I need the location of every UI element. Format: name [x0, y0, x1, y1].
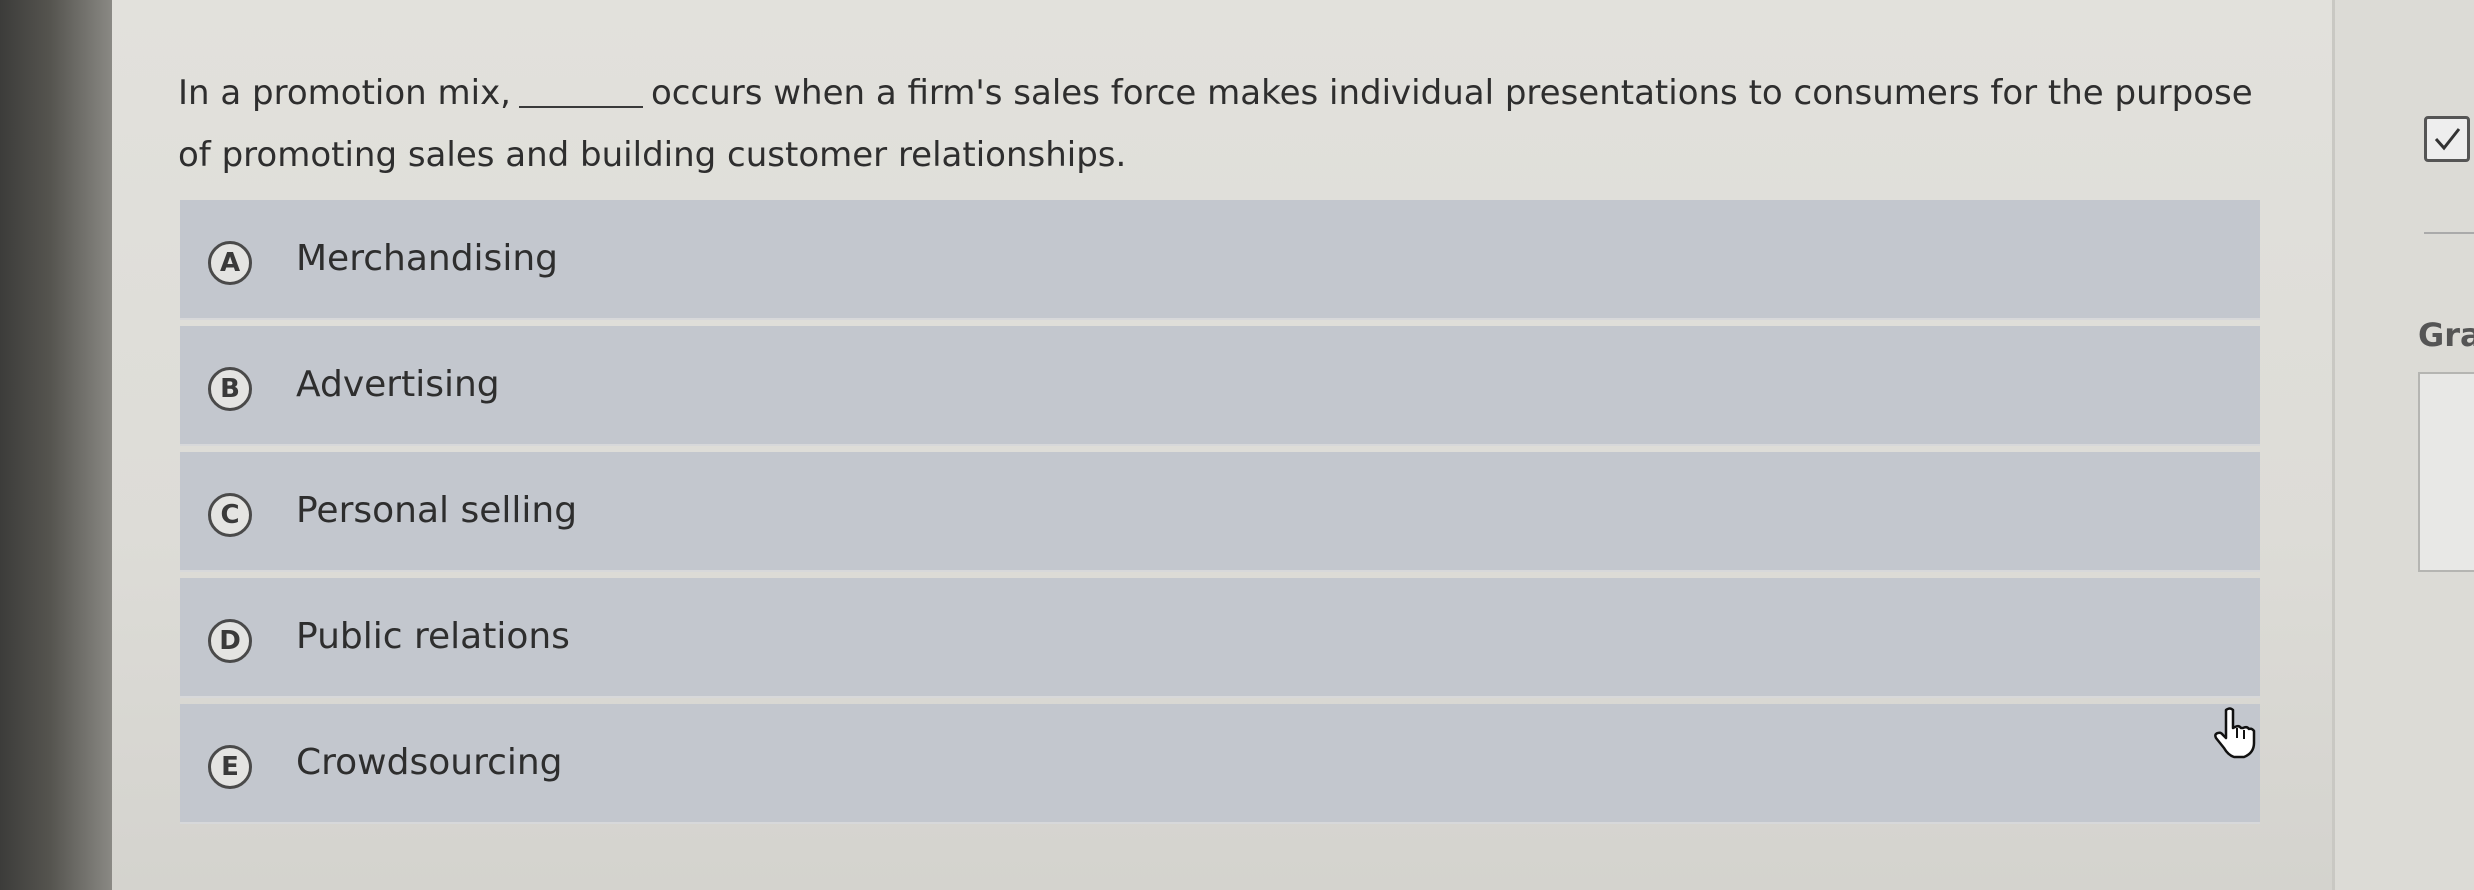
option-c[interactable]: C Personal selling [180, 452, 2260, 572]
option-letter-badge: B [208, 367, 252, 411]
question-text: In a promotion mix, occurs when a firm's … [178, 62, 2258, 186]
hand-pointer-icon [2214, 707, 2256, 759]
option-letter-badge: D [208, 619, 252, 663]
option-label: Personal selling [296, 490, 578, 531]
option-label: Crowdsourcing [296, 742, 563, 783]
answer-blank [519, 105, 643, 108]
option-label: Advertising [296, 364, 500, 405]
option-letter-badge: C [208, 493, 252, 537]
book-icon[interactable] [2418, 372, 2474, 572]
option-a[interactable]: A Merchandising [180, 200, 2260, 320]
option-label: Public relations [296, 616, 570, 657]
question-text-start: In a promotion mix, [178, 73, 511, 113]
checkbox-check-icon[interactable] [2424, 116, 2470, 162]
option-label: Merchandising [296, 238, 558, 279]
option-b[interactable]: B Advertising [180, 326, 2260, 446]
answer-options: A Merchandising B Advertising C Personal… [180, 200, 2260, 830]
option-letter-badge: A [208, 241, 252, 285]
monitor-bezel [0, 0, 112, 890]
option-d[interactable]: D Public relations [180, 578, 2260, 698]
option-e[interactable]: E Crowdsourcing [180, 704, 2260, 824]
side-divider [2424, 232, 2474, 234]
side-panel-label: Gra [2418, 316, 2474, 354]
option-letter-badge: E [208, 745, 252, 789]
